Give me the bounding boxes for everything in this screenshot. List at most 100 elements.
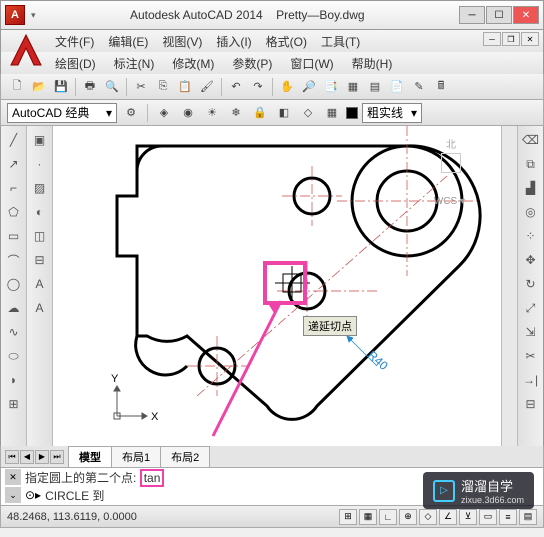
print-icon[interactable]: 🖶 [80,77,100,97]
design-center-icon[interactable]: ▦ [343,77,363,97]
doc-restore-button[interactable]: ❐ [502,32,520,46]
match-icon[interactable]: 🖌 [197,77,217,97]
doc-minimize-button[interactable]: ─ [483,32,501,46]
pan-icon[interactable]: ✋ [277,77,297,97]
qp-mode-icon[interactable]: ▤ [519,509,537,525]
gear-icon[interactable]: ⚙ [121,103,141,123]
revcloud-tool-icon[interactable]: ☁ [3,297,25,319]
layer-color-icon[interactable]: ◧ [274,103,294,123]
circle-tool-icon[interactable]: ◯ [3,273,25,295]
view-cube[interactable]: 北 [441,134,461,175]
polyline-tool-icon[interactable]: ⌐ [3,177,25,199]
mirror-tool-icon[interactable]: ▟ [520,177,542,199]
spline-tool-icon[interactable]: ∿ [3,321,25,343]
save-icon[interactable]: 💾 [51,77,71,97]
sun-icon[interactable]: ☀ [202,103,222,123]
layer-state-icon[interactable]: ◉ [178,103,198,123]
menu-insert[interactable]: 插入(I) [212,31,255,52]
color-swatch[interactable] [346,107,358,119]
otrack-mode-icon[interactable]: ∠ [439,509,457,525]
ellipse-arc-tool-icon[interactable]: ◗ [3,369,25,391]
menu-file[interactable]: 文件(F) [51,31,98,52]
workspace-select[interactable]: AutoCAD 经典▾ [7,103,117,123]
ortho-mode-icon[interactable]: ∟ [379,509,397,525]
offset-tool-icon[interactable]: ◎ [520,201,542,223]
maximize-button[interactable]: ☐ [486,6,512,24]
doc-close-button[interactable]: ✕ [521,32,539,46]
menu-draw[interactable]: 绘图(D) [51,53,100,74]
tab-prev-icon[interactable]: ◀ [20,450,34,464]
snap-mode-icon[interactable]: ⊞ [339,509,357,525]
minimize-button[interactable]: ─ [459,6,485,24]
polygon-tool-icon[interactable]: ⬠ [3,201,25,223]
stretch-tool-icon[interactable]: ⇲ [520,321,542,343]
hatch-tool-icon[interactable]: ▨ [29,177,51,199]
tab-next-icon[interactable]: ▶ [35,450,49,464]
menu-tools[interactable]: 工具(T) [317,31,364,52]
tab-first-icon[interactable]: ⏮ [5,450,19,464]
tab-last-icon[interactable]: ⏭ [50,450,64,464]
region-tool-icon[interactable]: ◫ [29,225,51,247]
text-tool-icon[interactable]: A [29,273,51,295]
rectangle-tool-icon[interactable]: ▭ [3,225,25,247]
menu-dimension[interactable]: 标注(N) [110,53,159,74]
rotate-tool-icon[interactable]: ↻ [520,273,542,295]
grid-icon[interactable]: ▦ [322,103,342,123]
drawing-canvas[interactable]: R40 X Y 北 WCS ▾ 递延切点 [53,126,501,446]
mtext-tool-icon[interactable]: A [29,297,51,319]
cmd-chevron-icon[interactable]: ⌄ [5,487,21,503]
extend-tool-icon[interactable]: →| [520,369,542,391]
table-tool-icon[interactable]: ⊟ [29,249,51,271]
tool-palette-icon[interactable]: ▤ [365,77,385,97]
layer-icon[interactable]: ◈ [154,103,174,123]
copy-icon[interactable]: ⎘ [153,77,173,97]
block-tool-icon[interactable]: ▣ [29,129,51,151]
sheet-icon[interactable]: 📄 [387,77,407,97]
scale-tool-icon[interactable]: ⤢ [520,297,542,319]
gradient-tool-icon[interactable]: ◐ [29,201,51,223]
ellipse-tool-icon[interactable]: ⬭ [3,345,25,367]
erase-tool-icon[interactable]: ⌫ [520,129,542,151]
vertical-scrollbar[interactable] [501,126,517,446]
break-tool-icon[interactable]: ⊟ [520,393,542,415]
menu-edit[interactable]: 编辑(E) [104,31,152,52]
dyn-mode-icon[interactable]: ▭ [479,509,497,525]
menu-format[interactable]: 格式(O) [262,31,311,52]
osnap-mode-icon[interactable]: ◇ [419,509,437,525]
open-icon[interactable]: 📂 [29,77,49,97]
app-menu-logo[interactable] [6,30,46,70]
wcs-label[interactable]: WCS ▾ [434,196,465,207]
redo-icon[interactable]: ↷ [248,77,268,97]
cmd-close-icon[interactable]: ✕ [5,469,21,485]
arc-tool-icon[interactable]: ⌒ [3,249,25,271]
preview-icon[interactable]: 🔍 [102,77,122,97]
calc-icon[interactable]: 🖩 [431,77,451,97]
undo-icon[interactable]: ↶ [226,77,246,97]
lwt-mode-icon[interactable]: ≡ [499,509,517,525]
new-icon[interactable]: 🗋 [7,77,27,97]
zoom-icon[interactable]: 🔎 [299,77,319,97]
linestyle-select[interactable]: 粗实线▾ [362,103,422,123]
menu-window[interactable]: 窗口(W) [286,53,337,74]
array-tool-icon[interactable]: ⁘ [520,225,542,247]
xline-tool-icon[interactable]: ↗ [3,153,25,175]
markup-icon[interactable]: ✎ [409,77,429,97]
properties-icon[interactable]: 📑 [321,77,341,97]
copy-tool-icon[interactable]: ⧉ [520,153,542,175]
polar-mode-icon[interactable]: ⊕ [399,509,417,525]
menu-param[interactable]: 参数(P) [228,53,276,74]
osnap-icon[interactable]: ◇ [298,103,318,123]
tab-layout1[interactable]: 布局1 [111,446,161,467]
tab-layout2[interactable]: 布局2 [160,446,210,467]
move-tool-icon[interactable]: ✥ [520,249,542,271]
lock-icon[interactable]: 🔒 [250,103,270,123]
insert-block-tool-icon[interactable]: ⊞ [3,393,25,415]
freeze-icon[interactable]: ❄ [226,103,246,123]
menu-view[interactable]: 视图(V) [158,31,206,52]
grid-mode-icon[interactable]: ▦ [359,509,377,525]
menu-modify[interactable]: 修改(M) [168,53,218,74]
point-tool-icon[interactable]: · [29,153,51,175]
ducs-mode-icon[interactable]: ⊻ [459,509,477,525]
menu-help[interactable]: 帮助(H) [348,53,397,74]
app-icon[interactable]: A [5,5,25,25]
